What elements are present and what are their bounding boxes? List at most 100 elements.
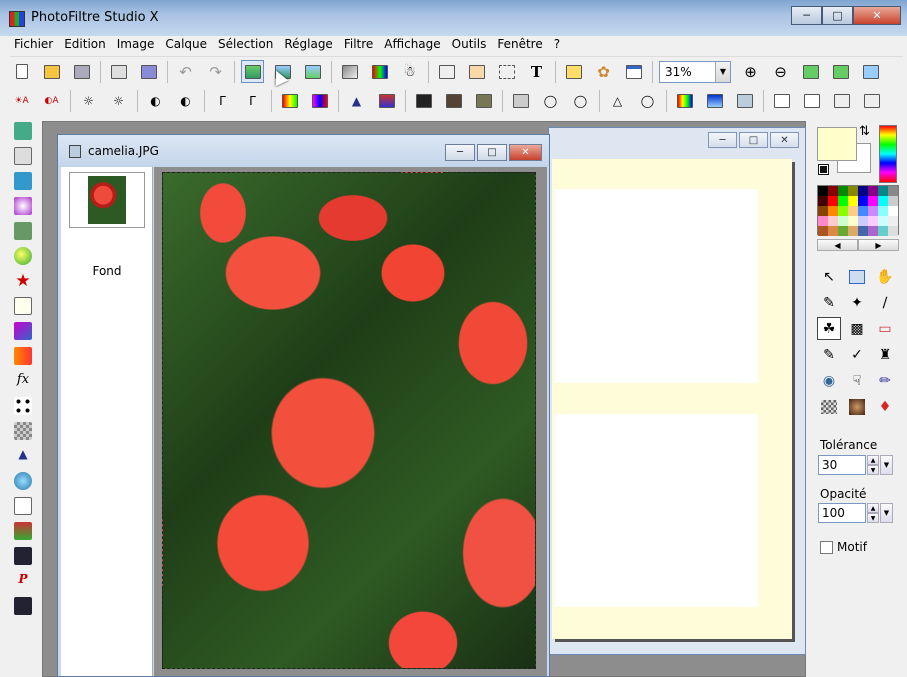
blur-drop-icon[interactable]: ◉: [817, 369, 841, 392]
image-canvas[interactable]: [162, 172, 536, 669]
gradient-icon[interactable]: [673, 90, 696, 113]
menu-filtre[interactable]: Filtre: [338, 36, 378, 54]
save-html-icon[interactable]: [14, 597, 32, 615]
fx-icon[interactable]: fx: [14, 372, 32, 390]
background-minimize-button[interactable]: ─: [708, 132, 737, 148]
contrast-plus-icon[interactable]: ◐: [174, 90, 197, 113]
background-close-button[interactable]: ✕: [770, 132, 799, 148]
line-icon[interactable]: ∕: [873, 291, 897, 314]
dust-icon[interactable]: [733, 90, 756, 113]
rotate-right-icon[interactable]: [860, 90, 883, 113]
palette-color[interactable]: [838, 186, 848, 196]
document-close-button[interactable]: ✕: [509, 144, 542, 161]
menu-outils[interactable]: Outils: [446, 36, 492, 54]
palette-color[interactable]: [838, 216, 848, 226]
palette-color[interactable]: [858, 216, 868, 226]
palette-color[interactable]: [878, 206, 888, 216]
palette-color[interactable]: [868, 216, 878, 226]
undo-icon[interactable]: ↶: [174, 60, 197, 83]
palette-color[interactable]: [868, 206, 878, 216]
strawberry-icon[interactable]: ♦: [873, 395, 897, 418]
menu-calque[interactable]: Calque: [159, 36, 212, 54]
monitor-icon[interactable]: [14, 172, 32, 190]
mirror-icon[interactable]: [770, 90, 793, 113]
color-picker-icon[interactable]: [435, 60, 458, 83]
maximize-button[interactable]: □: [822, 6, 853, 25]
crop-icon[interactable]: [465, 60, 488, 83]
resize-icon[interactable]: [14, 497, 32, 515]
palette-color[interactable]: [828, 216, 838, 226]
eraser-icon[interactable]: ▭: [873, 317, 897, 340]
glow-icon[interactable]: [14, 197, 32, 215]
zoom-in-icon[interactable]: ⊕: [739, 60, 762, 83]
palette-color[interactable]: [838, 196, 848, 206]
save-icon[interactable]: [70, 60, 93, 83]
contrast-minus-icon[interactable]: ◐: [144, 90, 167, 113]
zoom-out-icon[interactable]: ⊖: [769, 60, 792, 83]
histogram-side-icon[interactable]: ▲: [14, 447, 32, 465]
tolerance-up-button[interactable]: ▲: [867, 455, 879, 465]
menu-image[interactable]: Image: [111, 36, 160, 54]
palette-color[interactable]: [838, 206, 848, 216]
palette-color[interactable]: [828, 196, 838, 206]
levels-icon[interactable]: ▲: [345, 90, 368, 113]
dither-icon[interactable]: [509, 90, 532, 113]
auto-levels-icon[interactable]: ☀A: [10, 90, 33, 113]
palette-color[interactable]: [818, 216, 828, 226]
document-titlebar[interactable]: camelia.JPG ─ □ ✕: [58, 135, 549, 167]
triangle-icon[interactable]: △: [606, 90, 629, 113]
robot-icon[interactable]: [14, 222, 32, 240]
window-icon[interactable]: [622, 60, 645, 83]
minimize-button[interactable]: ─: [791, 6, 822, 25]
palette-color[interactable]: [868, 186, 878, 196]
zoom-select[interactable]: 31% ▼: [659, 60, 731, 83]
palette-color[interactable]: [818, 226, 828, 236]
rgb-icon[interactable]: [703, 90, 726, 113]
palette-color[interactable]: [848, 196, 858, 206]
calculator-icon[interactable]: [14, 122, 32, 140]
open-icon[interactable]: [40, 60, 63, 83]
palette-color[interactable]: [868, 226, 878, 236]
palette-color[interactable]: [888, 186, 898, 196]
layers-icon[interactable]: [14, 147, 32, 165]
paste-layer-icon[interactable]: [241, 60, 264, 83]
eyedropper-icon[interactable]: ✎: [817, 291, 841, 314]
palette-color[interactable]: [858, 206, 868, 216]
menu-fichier[interactable]: Fichier: [8, 36, 58, 54]
slideshow-icon[interactable]: [14, 522, 32, 540]
advanced-brush-icon[interactable]: ✓: [845, 343, 869, 366]
save-2000-icon[interactable]: [14, 547, 32, 565]
opacity-spinner[interactable]: 100 ▲ ▼ ▼: [818, 503, 893, 523]
palette-color[interactable]: [888, 216, 898, 226]
brightness-plus-icon[interactable]: ☼: [107, 90, 130, 113]
mosaic-icon[interactable]: [14, 422, 32, 440]
menu-affichage[interactable]: Affichage: [378, 36, 445, 54]
spray-icon[interactable]: ▩: [845, 317, 869, 340]
palette-color[interactable]: [888, 196, 898, 206]
palette-color[interactable]: [878, 196, 888, 206]
palette-color[interactable]: [848, 226, 858, 236]
document-window[interactable]: camelia.JPG ─ □ ✕ Fond: [57, 134, 550, 677]
histogram-icon[interactable]: [375, 90, 398, 113]
motif-option[interactable]: Motif: [820, 540, 867, 554]
palette-color[interactable]: [878, 186, 888, 196]
menu-fenetre[interactable]: Fenêtre: [491, 36, 547, 54]
canvas-size-icon[interactable]: [301, 60, 324, 83]
palette-color[interactable]: [858, 196, 868, 206]
plugin-icon[interactable]: ✿: [592, 60, 615, 83]
menu-reglage[interactable]: Réglage: [278, 36, 338, 54]
pointer-icon[interactable]: ↖: [817, 265, 841, 288]
reset-colors-icon[interactable]: [818, 164, 829, 175]
sharpen-icon[interactable]: [442, 90, 465, 113]
palette-color[interactable]: [888, 206, 898, 216]
palette-color[interactable]: [828, 206, 838, 216]
chevron-down-icon[interactable]: ▼: [715, 61, 730, 82]
fullscreen-icon[interactable]: [859, 60, 882, 83]
tolerance-value[interactable]: 30: [818, 455, 866, 475]
print-icon[interactable]: [107, 60, 130, 83]
selection-icon[interactable]: [495, 60, 518, 83]
color-palette[interactable]: [817, 185, 899, 236]
palette-color[interactable]: [888, 226, 898, 236]
document-minimize-button[interactable]: ─: [445, 144, 475, 161]
drop-icon[interactable]: ◯: [539, 90, 562, 113]
